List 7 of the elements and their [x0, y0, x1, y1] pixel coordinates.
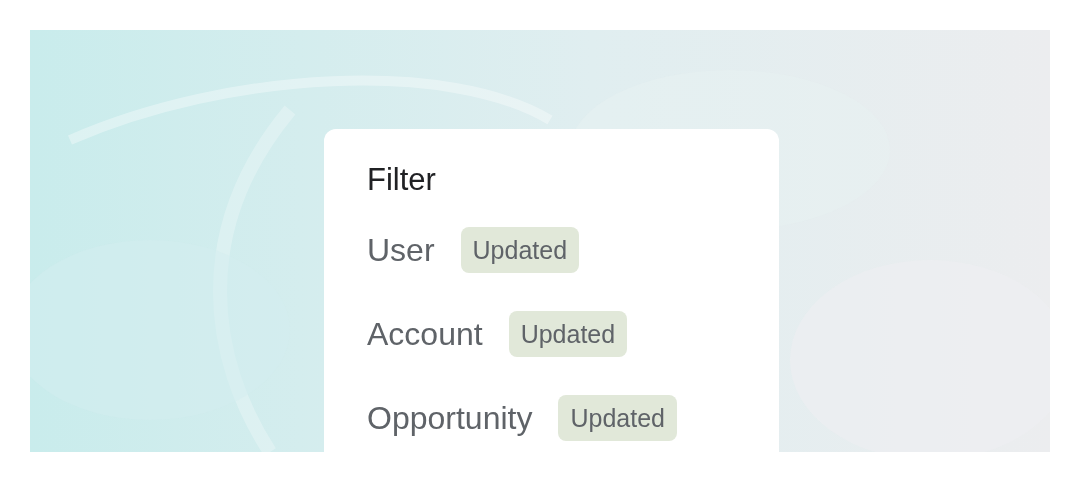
filter-label[interactable]: Opportunity: [367, 398, 533, 438]
status-tag: Updated: [558, 395, 677, 441]
filter-label[interactable]: User: [367, 230, 435, 270]
filter-label[interactable]: Account: [367, 314, 483, 354]
filter-title: Filter: [367, 161, 437, 199]
status-tag: Updated: [508, 311, 628, 357]
status-tag: Updated: [460, 227, 580, 273]
